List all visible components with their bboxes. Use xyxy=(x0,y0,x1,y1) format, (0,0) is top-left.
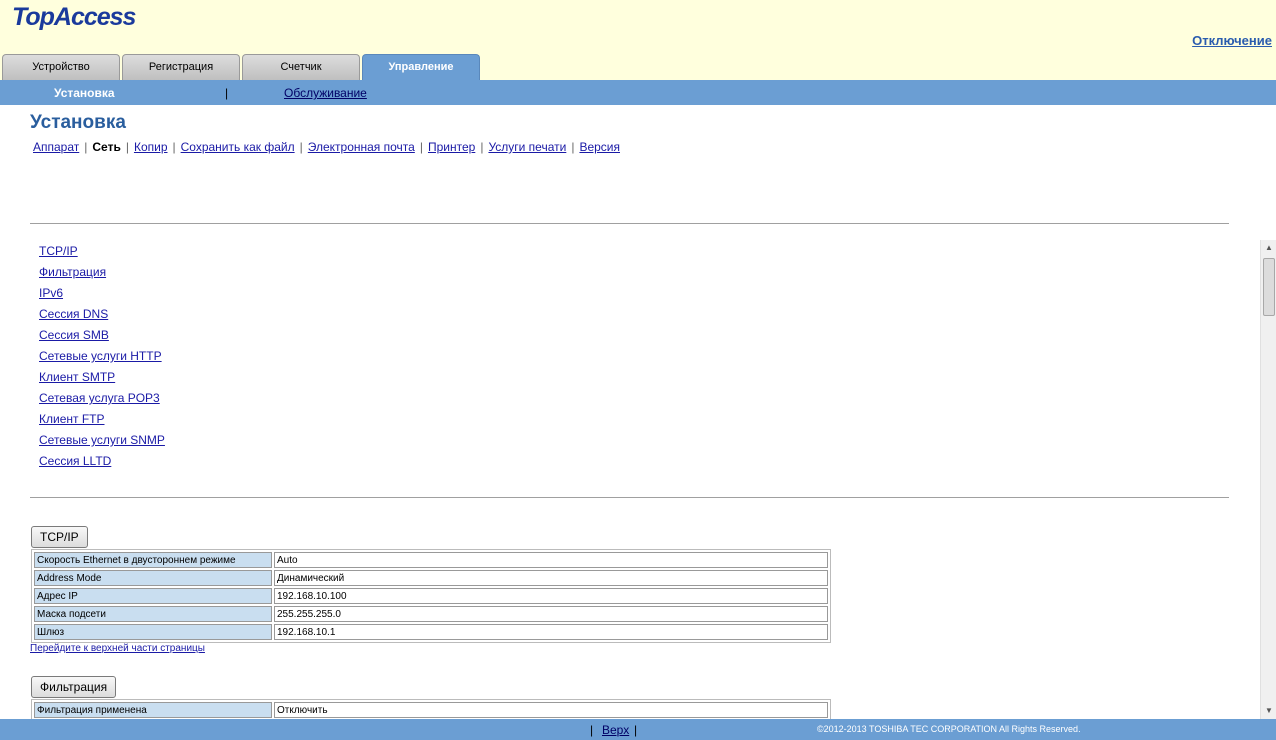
footer-top-link[interactable]: Верх xyxy=(602,723,629,737)
tab-registration[interactable]: Регистрация xyxy=(122,54,240,80)
page-title: Установка xyxy=(30,112,126,133)
section-link-tcpip[interactable]: TCP/IP xyxy=(39,244,165,265)
footer-separator: | xyxy=(634,723,638,737)
filtering-applied-value: Отключить xyxy=(274,702,828,718)
subnav-maintenance-link[interactable]: Обслуживание xyxy=(284,86,367,100)
section-link-dns[interactable]: Сессия DNS xyxy=(39,307,165,328)
table-row: Маска подсети 255.255.255.0 xyxy=(34,606,828,622)
footer-separator: | xyxy=(590,723,594,737)
filtering-table: Фильтрация применена Отключить xyxy=(31,699,831,719)
menu-device[interactable]: Аппарат xyxy=(33,140,79,154)
topaccess-logo: TopAccess xyxy=(12,3,136,31)
section-link-pop3[interactable]: Сетевая услуга POP3 xyxy=(39,391,165,412)
scrollbar-thumb[interactable] xyxy=(1263,258,1275,316)
gateway-label: Шлюз xyxy=(34,624,272,640)
menu-separator: | xyxy=(419,140,423,154)
menu-separator: | xyxy=(571,140,575,154)
tcpip-section-button[interactable]: TCP/IP xyxy=(31,526,88,548)
menu-network: Сеть xyxy=(92,140,121,154)
filtering-applied-label: Фильтрация применена xyxy=(34,702,272,718)
menu-separator: | xyxy=(84,140,88,154)
table-row: Фильтрация применена Отключить xyxy=(34,702,828,718)
filtering-section-button[interactable]: Фильтрация xyxy=(31,676,117,698)
menu-separator: | xyxy=(299,140,303,154)
tab-administration[interactable]: Управление xyxy=(362,54,480,81)
gateway-value: 192.168.10.1 xyxy=(274,624,828,640)
menu-separator: | xyxy=(125,140,129,154)
ip-address-value: 192.168.10.100 xyxy=(274,588,828,604)
ethernet-speed-label: Скорость Ethernet в двустороннем режиме xyxy=(34,552,272,568)
section-link-ipv6[interactable]: IPv6 xyxy=(39,286,165,307)
copyright-text: ©2012-2013 TOSHIBA TEC CORPORATION All R… xyxy=(817,724,1081,734)
section-link-filtering[interactable]: Фильтрация xyxy=(39,265,165,286)
divider xyxy=(30,223,1229,224)
address-mode-label: Address Mode xyxy=(34,570,272,586)
setup-menu: Аппарат | Сеть | Копир | Сохранить как файл | Эл… xyxy=(33,140,620,154)
menu-separator: | xyxy=(480,140,484,154)
sub-navigation: Установка | Обслуживание xyxy=(0,80,1276,105)
menu-print-services[interactable]: Услуги печати xyxy=(488,140,566,154)
tab-counter[interactable]: Счетчик xyxy=(242,54,360,80)
tcpip-table: Скорость Ethernet в двустороннем режиме … xyxy=(31,549,831,643)
header: TopAccess Отключение Устройство Регистра… xyxy=(0,0,1276,81)
menu-save-as-file[interactable]: Сохранить как файл xyxy=(181,140,295,154)
section-link-smtp[interactable]: Клиент SMTP xyxy=(39,370,165,391)
menu-printer[interactable]: Принтер xyxy=(428,140,475,154)
menu-version[interactable]: Версия xyxy=(579,140,620,154)
logout-link[interactable]: Отключение xyxy=(1192,33,1272,48)
menu-email[interactable]: Электронная почта xyxy=(308,140,415,154)
subnav-setup[interactable]: Установка xyxy=(54,86,115,100)
footer: | Верх | ©2012-2013 TOSHIBA TEC CORPORAT… xyxy=(0,719,1276,740)
section-link-lltd[interactable]: Сессия LLTD xyxy=(39,454,165,475)
menu-separator: | xyxy=(172,140,176,154)
section-links: TCP/IP Фильтрация IPv6 Сессия DNS Сессия… xyxy=(39,244,165,475)
divider xyxy=(30,497,1229,498)
section-link-ftp[interactable]: Клиент FTP xyxy=(39,412,165,433)
section-link-smb[interactable]: Сессия SMB xyxy=(39,328,165,349)
tab-device[interactable]: Устройство xyxy=(2,54,120,80)
section-link-snmp[interactable]: Сетевые услуги SNMP xyxy=(39,433,165,454)
table-row: Адрес IP 192.168.10.100 xyxy=(34,588,828,604)
table-row: Скорость Ethernet в двустороннем режиме … xyxy=(34,552,828,568)
subnet-mask-value: 255.255.255.0 xyxy=(274,606,828,622)
table-row: Шлюз 192.168.10.1 xyxy=(34,624,828,640)
scroll-down-arrow-icon[interactable]: ▼ xyxy=(1261,703,1276,719)
scroll-content[interactable]: TCP/IP Фильтрация IPv6 Сессия DNS Сессия… xyxy=(0,240,1260,719)
scroll-up-arrow-icon[interactable]: ▲ xyxy=(1261,240,1276,256)
table-row: Address Mode Динамический xyxy=(34,570,828,586)
go-to-top-link[interactable]: Перейдите к верхней части страницы xyxy=(30,643,205,654)
subnav-separator: | xyxy=(225,86,229,100)
ethernet-speed-value: Auto xyxy=(274,552,828,568)
section-link-http[interactable]: Сетевые услуги HTTP xyxy=(39,349,165,370)
subnet-mask-label: Маска подсети xyxy=(34,606,272,622)
vertical-scrollbar[interactable]: ▲ ▼ xyxy=(1260,240,1276,719)
menu-copier[interactable]: Копир xyxy=(134,140,168,154)
address-mode-value: Динамический xyxy=(274,570,828,586)
ip-address-label: Адрес IP xyxy=(34,588,272,604)
